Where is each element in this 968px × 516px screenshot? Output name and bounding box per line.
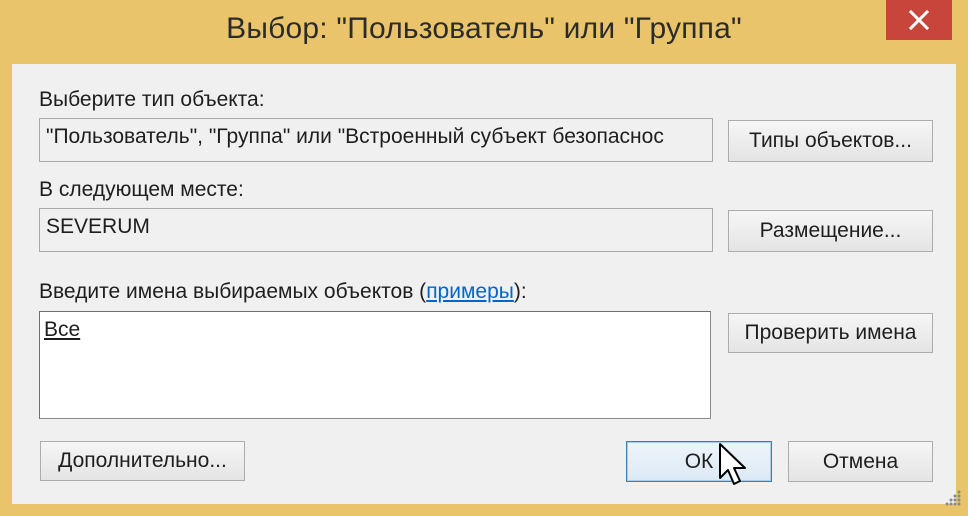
ok-button[interactable]: ОК (626, 441, 772, 482)
object-name-entry: Все (44, 318, 81, 341)
locations-button[interactable]: Размещение... (728, 210, 933, 252)
object-names-label: Введите имена выбираемых объектов (приме… (39, 280, 527, 304)
examples-link[interactable]: примеры (426, 280, 514, 303)
title-bar[interactable]: Выбор: "Пользователь" или "Группа" (0, 0, 968, 64)
close-button[interactable] (886, 0, 952, 40)
object-names-label-text: Введите имена выбираемых объектов ( (39, 280, 427, 303)
object-type-field: "Пользователь", "Группа" или "Встроенный… (39, 118, 713, 162)
location-field: SEVERUM (39, 208, 713, 252)
check-names-button[interactable]: Проверить имена (728, 313, 933, 353)
close-icon (908, 9, 930, 31)
object-names-label-end: ): (513, 280, 527, 303)
resize-grip-icon[interactable] (944, 489, 962, 512)
window-title: Выбор: "Пользователь" или "Группа" (226, 12, 742, 45)
object-names-input[interactable]: Все (39, 311, 711, 419)
dialog-window: Выбор: "Пользователь" или "Группа" Выбер… (0, 0, 968, 516)
object-type-label: Выберите тип объекта: (39, 88, 265, 111)
advanced-button[interactable]: Дополнительно... (40, 441, 245, 481)
location-label: В следующем месте: (39, 178, 244, 201)
mouse-cursor-icon (718, 442, 748, 493)
cancel-button[interactable]: Отмена (788, 441, 933, 482)
dialog-body: Выберите тип объекта: "Пользователь", "Г… (12, 64, 956, 504)
object-types-button[interactable]: Типы объектов... (728, 120, 933, 162)
